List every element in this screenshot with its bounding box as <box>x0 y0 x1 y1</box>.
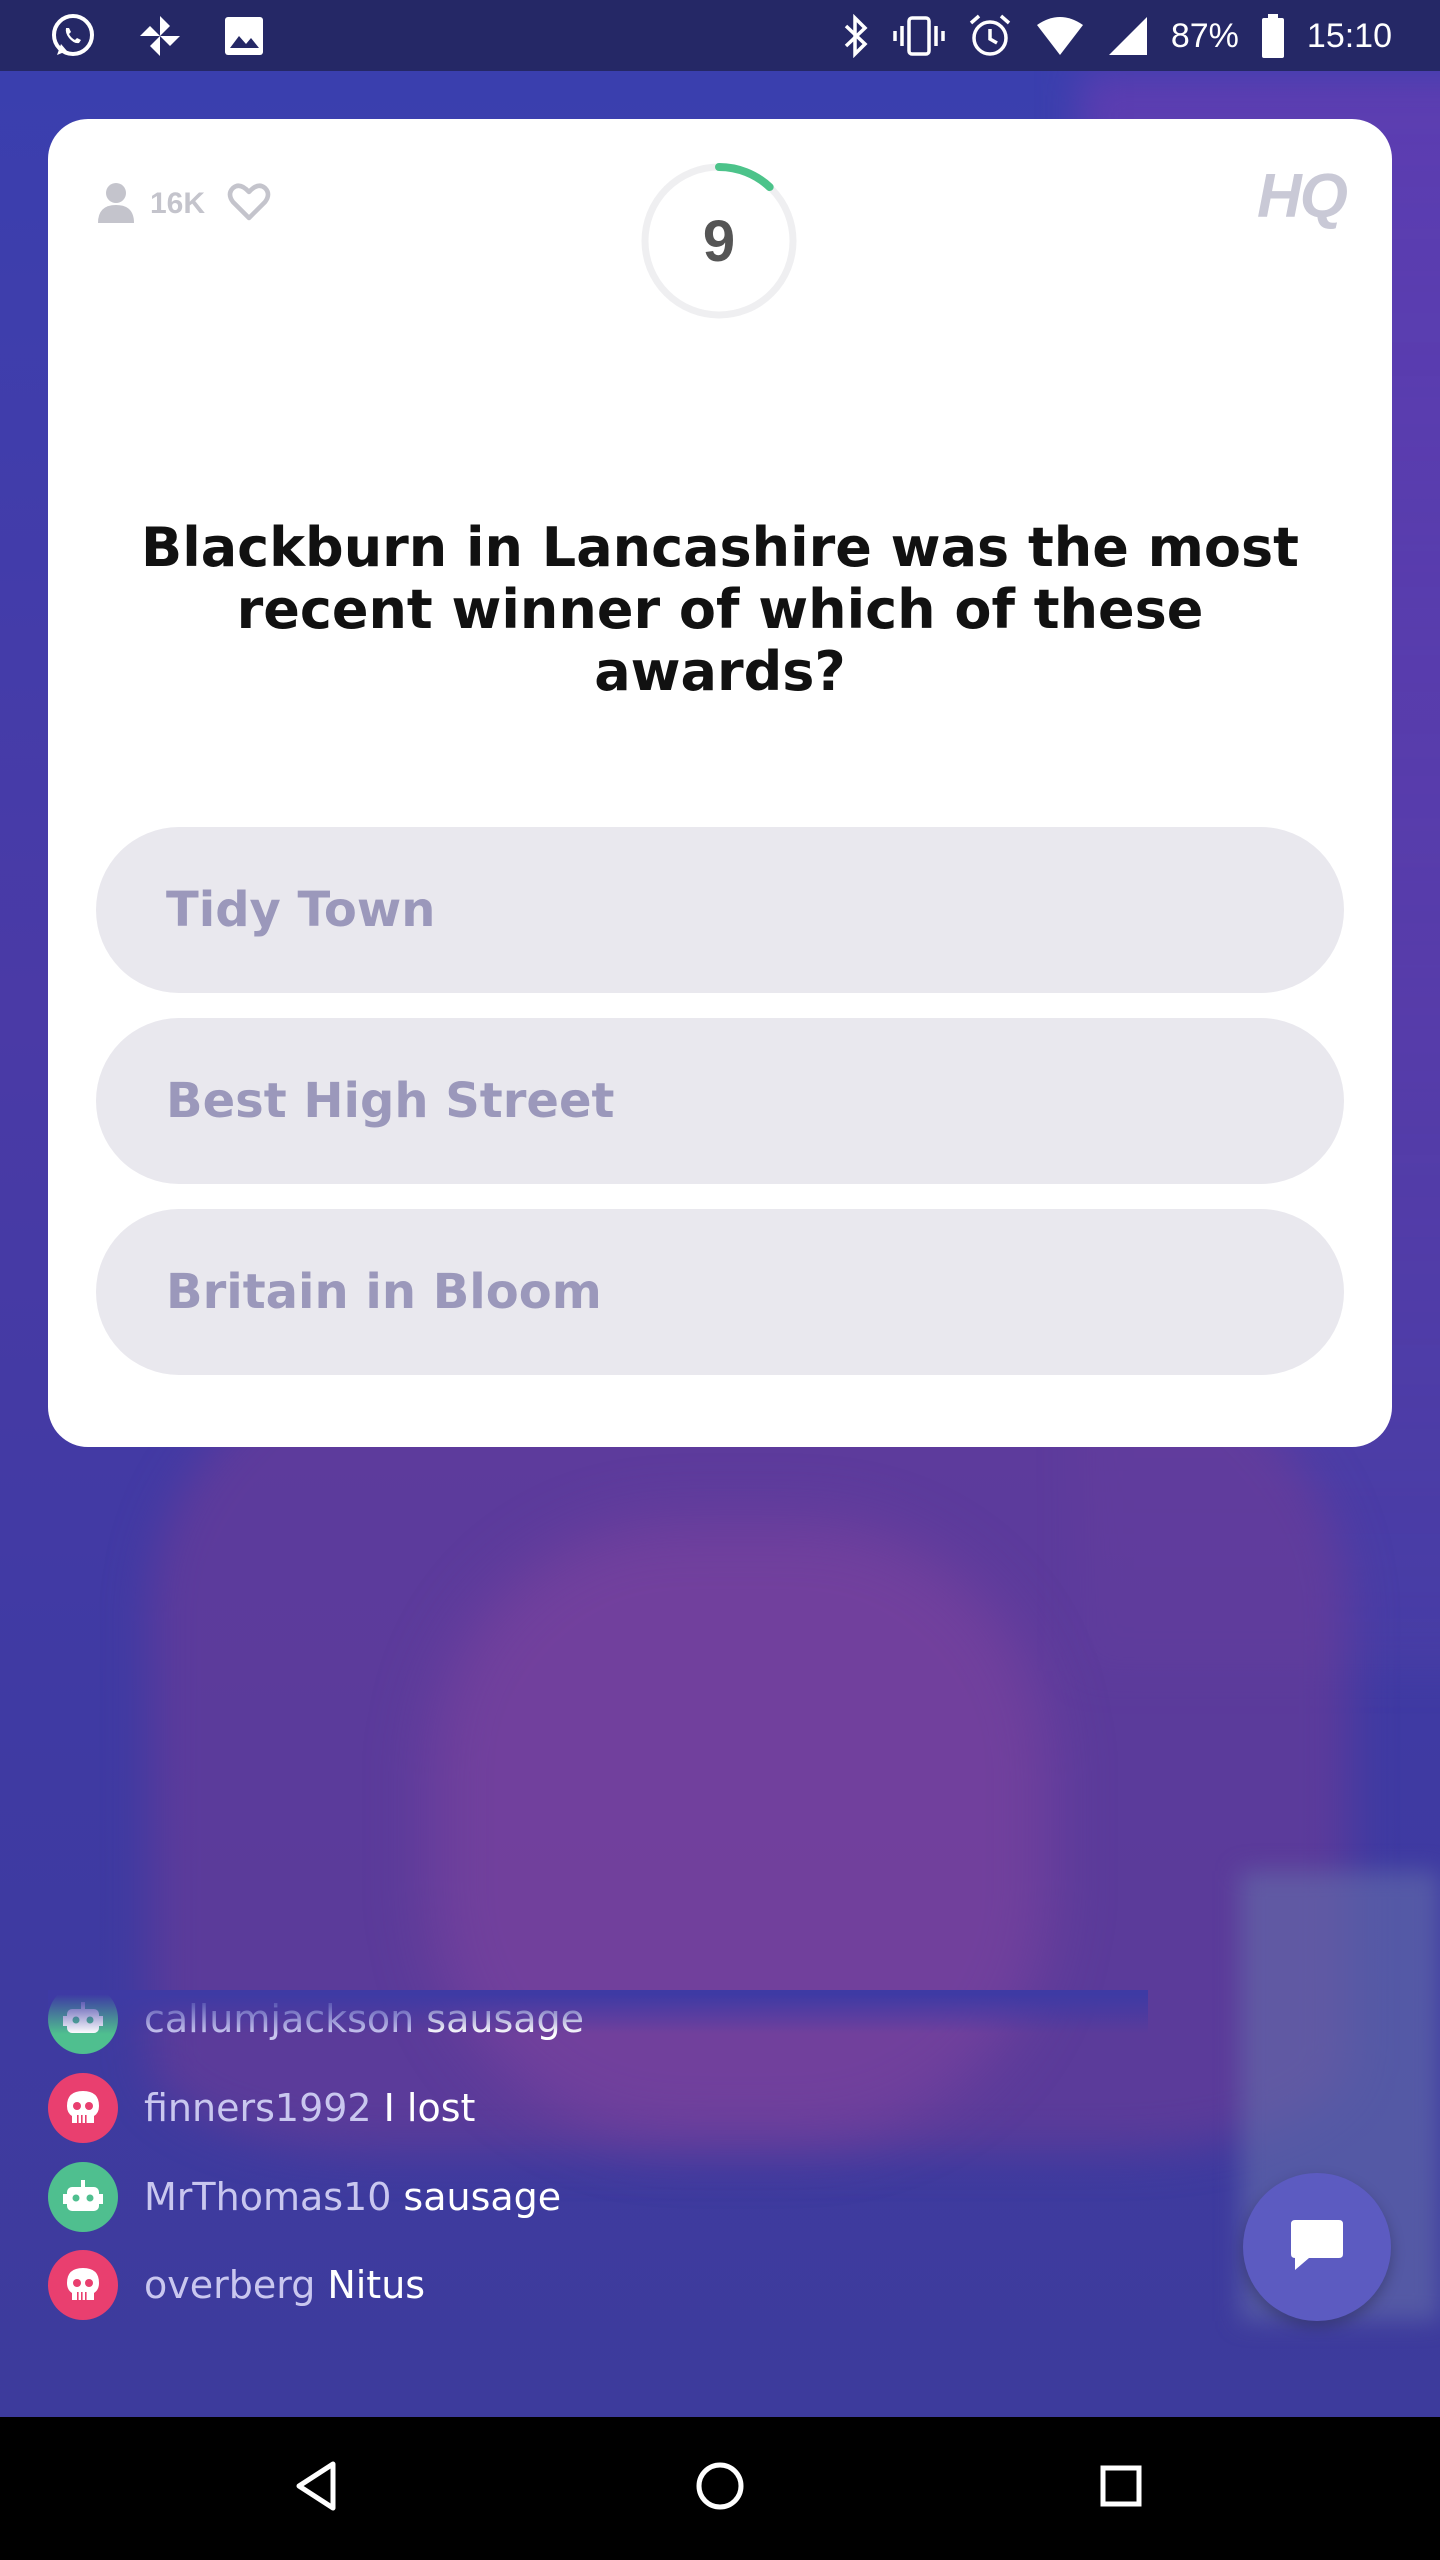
chat-message: MrThomas10 sausage <box>48 2162 561 2232</box>
battery-percentage: 87% <box>1170 16 1239 55</box>
home-icon <box>694 2460 746 2516</box>
heart-icon[interactable] <box>227 182 271 226</box>
recents-icon <box>1098 2463 1144 2513</box>
navigation-bar <box>0 2417 1440 2560</box>
status-bar: 87% 15:10 <box>0 0 1440 71</box>
chat-username: MrThomas10 <box>144 2175 392 2219</box>
chat-bubble-icon <box>1289 2218 1345 2276</box>
answer-list: Tidy Town Best High Street Britain in Bl… <box>96 827 1344 1400</box>
chat-fade <box>48 1990 1148 2034</box>
answer-option-2[interactable]: Best High Street <box>96 1018 1344 1184</box>
chat-feed: callumjackson sausage finners1992 I lost <box>48 1990 1148 2330</box>
alarm-icon <box>967 13 1013 59</box>
countdown-timer: 9 <box>639 161 799 321</box>
system-indicators: 87% 15:10 <box>841 10 1392 62</box>
clock: 15:10 <box>1306 16 1392 55</box>
recents-button[interactable] <box>1076 2443 1166 2533</box>
wifi-icon <box>1035 15 1085 57</box>
question-text: Blackburn in Lancashire was the most rec… <box>141 516 1299 703</box>
bluetooth-icon <box>841 14 871 58</box>
timer-number: 9 <box>702 208 736 274</box>
vibrate-icon <box>893 14 945 58</box>
chat-message: finners1992 I lost <box>48 2073 475 2143</box>
notification-icons <box>48 10 266 62</box>
home-button[interactable] <box>675 2443 765 2533</box>
chat-button[interactable] <box>1243 2173 1391 2321</box>
answer-option-3[interactable]: Britain in Bloom <box>96 1209 1344 1375</box>
pinwheel-icon <box>136 12 184 60</box>
chat-message: overberg Nitus <box>48 2250 425 2320</box>
answer-label: Britain in Bloom <box>166 1264 602 1320</box>
back-button[interactable] <box>272 2443 362 2533</box>
chat-username: finners1992 <box>144 2086 372 2130</box>
viewer-count: 16K <box>150 187 206 220</box>
chat-username: overberg <box>144 2263 316 2307</box>
chat-text: Nitus <box>327 2263 426 2307</box>
viewer-info: 16K <box>96 181 271 227</box>
answer-label: Best High Street <box>166 1073 615 1129</box>
image-icon <box>222 14 266 58</box>
whatsapp-icon <box>48 11 98 61</box>
chat-text: I lost <box>383 2086 476 2130</box>
hq-logo: HQ <box>1257 162 1348 231</box>
answer-label: Tidy Town <box>166 882 436 938</box>
signal-icon <box>1107 15 1149 57</box>
skull-icon <box>48 2250 118 2320</box>
answer-option-1[interactable]: Tidy Town <box>96 827 1344 993</box>
question-card: 16K 9 HQ Blackburn in Lancashire was the… <box>48 119 1392 1447</box>
robot-icon <box>48 2162 118 2232</box>
chat-text: sausage <box>403 2175 562 2219</box>
user-icon <box>96 181 136 227</box>
battery-icon <box>1261 13 1285 59</box>
skull-icon <box>48 2073 118 2143</box>
back-icon <box>293 2460 341 2516</box>
